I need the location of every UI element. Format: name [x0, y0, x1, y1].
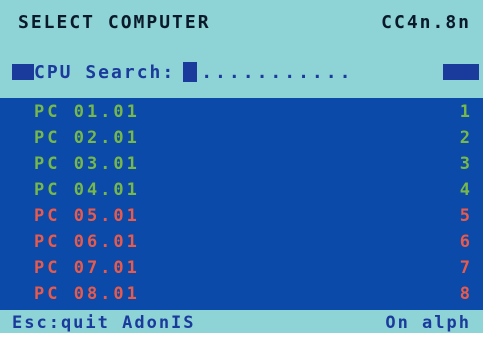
computer-number: 4 [459, 180, 473, 200]
computer-name: PC 03.01 [34, 154, 140, 174]
search-left-block [12, 64, 34, 80]
computer-name: PC 05.01 [34, 206, 140, 226]
footer-hint: Esc:quit AdonIS [12, 313, 196, 333]
search-right-block [443, 64, 479, 80]
computer-number: 8 [459, 284, 473, 304]
computer-name: PC 02.01 [34, 128, 140, 148]
list-item[interactable]: PC 05.01 5 [0, 202, 483, 228]
computer-number: 2 [459, 128, 473, 148]
list-item[interactable]: PC 06.01 6 [0, 228, 483, 254]
computer-number: 1 [459, 102, 473, 122]
footer-mode: On alph [385, 313, 471, 333]
search-label: CPU Search: [34, 61, 176, 83]
computer-number: 5 [459, 206, 473, 226]
search-input[interactable]: ........... [201, 62, 353, 83]
computer-number: 3 [459, 154, 473, 174]
osd-panel: SELECT COMPUTER CC4n.8n CPU Search: ....… [0, 0, 483, 333]
search-row[interactable]: CPU Search: ........... [12, 60, 353, 84]
search-cursor[interactable] [183, 62, 198, 82]
computer-name: PC 04.01 [34, 180, 140, 200]
computer-name: PC 01.01 [34, 102, 140, 122]
list-item[interactable]: PC 01.01 1 [0, 98, 483, 124]
list-item[interactable]: PC 02.01 2 [0, 124, 483, 150]
computer-number: 7 [459, 258, 473, 278]
page-title: SELECT COMPUTER [18, 12, 211, 33]
version-label: CC4n.8n [381, 12, 471, 33]
computer-number: 6 [459, 232, 473, 252]
computer-name: PC 08.01 [34, 284, 140, 304]
computer-name: PC 06.01 [34, 232, 140, 252]
list-item[interactable]: PC 08.01 8 [0, 280, 483, 306]
computer-name: PC 07.01 [34, 258, 140, 278]
list-item[interactable]: PC 07.01 7 [0, 254, 483, 280]
computer-list: PC 01.01 1 PC 02.01 2 PC 03.01 3 PC 04.0… [0, 98, 483, 310]
list-item[interactable]: PC 04.01 4 [0, 176, 483, 202]
list-item[interactable]: PC 03.01 3 [0, 150, 483, 176]
